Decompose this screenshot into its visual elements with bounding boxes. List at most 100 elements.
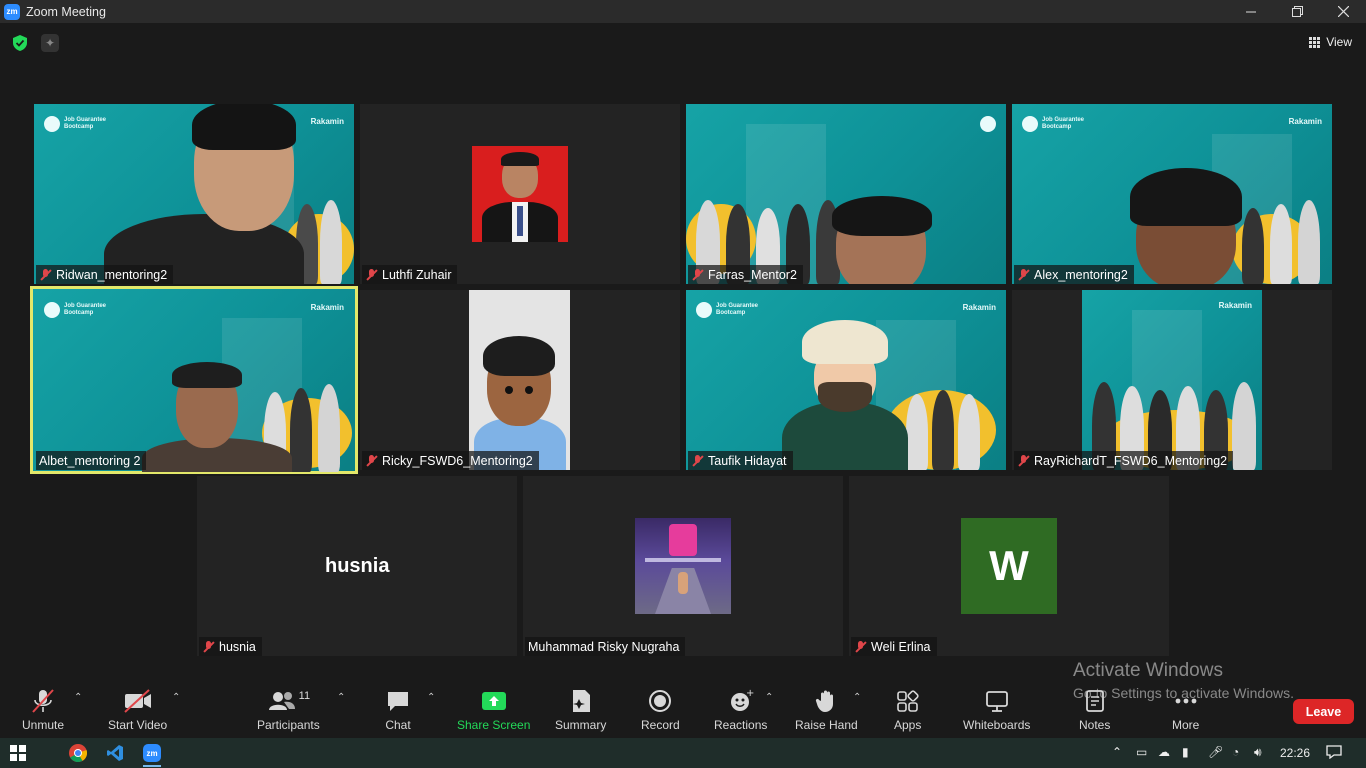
meet-now-icon[interactable]: ▭ bbox=[1136, 745, 1147, 759]
whiteboards-button[interactable]: Whiteboards bbox=[963, 688, 1030, 732]
window-title: Zoom Meeting bbox=[26, 4, 106, 19]
reactions-label: Reactions bbox=[714, 718, 768, 732]
participant-name-tag: Weli Erlina bbox=[851, 637, 937, 656]
participant-name-tag: RayRichardT_FSWD6_Mentoring2 bbox=[1014, 451, 1234, 470]
summary-label: Summary bbox=[555, 718, 607, 732]
initial-avatar: W bbox=[961, 518, 1057, 614]
taskbar-zoom[interactable]: zm bbox=[134, 738, 170, 768]
security-shield-icon[interactable] bbox=[11, 34, 29, 52]
restore-button[interactable] bbox=[1274, 0, 1320, 23]
apps-label: Apps bbox=[894, 718, 922, 732]
chat-chevron-icon[interactable]: ⌃ bbox=[427, 692, 435, 703]
whiteboards-label: Whiteboards bbox=[963, 718, 1031, 732]
video-tile-active-speaker[interactable]: Job Guarantee Bootcamp Rakamin Albet_men… bbox=[30, 286, 358, 474]
share-screen-label: Share Screen bbox=[457, 718, 531, 732]
video-tile[interactable]: husnia husnia bbox=[197, 476, 517, 656]
minimize-button[interactable] bbox=[1228, 0, 1274, 23]
video-options-chevron-icon[interactable]: ⌃ bbox=[172, 692, 180, 703]
reactions-chevron-icon[interactable]: ⌃ bbox=[765, 692, 773, 703]
clock[interactable]: 22:26 bbox=[1280, 746, 1310, 760]
video-tile[interactable]: Farras_Mentor2 bbox=[686, 104, 1006, 284]
notifications-icon[interactable] bbox=[1326, 745, 1342, 762]
video-tile[interactable]: Luthfi Zuhair bbox=[360, 104, 680, 284]
chat-icon bbox=[388, 692, 408, 711]
leave-button[interactable]: Leave bbox=[1293, 699, 1354, 724]
muted-mic-icon bbox=[854, 640, 867, 653]
view-label: View bbox=[1326, 35, 1352, 49]
participant-name-tag: Luthfi Zuhair bbox=[362, 265, 458, 284]
onedrive-icon[interactable]: ☁ bbox=[1158, 745, 1170, 759]
muted-mic-icon bbox=[39, 268, 52, 281]
muted-mic-icon bbox=[1017, 454, 1030, 467]
ai-companion-icon[interactable]: ✦ bbox=[41, 34, 59, 52]
summary-button[interactable]: Summary bbox=[555, 688, 606, 732]
wifi-icon[interactable]: ◔ bbox=[1232, 745, 1239, 759]
window-controls bbox=[1228, 0, 1366, 23]
volume-icon[interactable]: 🔊︎ bbox=[1254, 745, 1262, 760]
start-video-button[interactable]: Start Video bbox=[108, 688, 167, 732]
taskbar-chrome[interactable] bbox=[60, 738, 96, 768]
background-title: Job Guarantee Bootcamp bbox=[1042, 117, 1085, 130]
apps-button[interactable]: Apps bbox=[894, 688, 921, 732]
raise-hand-button[interactable]: Raise Hand bbox=[795, 688, 858, 732]
record-button[interactable]: Record bbox=[641, 688, 680, 732]
profile-photo bbox=[472, 146, 568, 242]
participant-name-tag: Ricky_FSWD6_Mentoring2 bbox=[362, 451, 539, 470]
background-brand: Rakamin bbox=[310, 117, 344, 126]
background-brand: Rakamin bbox=[962, 303, 996, 312]
microphone-icon[interactable]: 🎤︎ bbox=[1208, 745, 1223, 759]
participant-name-tag: Farras_Mentor2 bbox=[688, 265, 803, 284]
close-icon bbox=[1337, 6, 1349, 17]
participant-name-tag: Muhammad Risky Nugraha bbox=[525, 637, 686, 656]
background-brand: Rakamin bbox=[1218, 301, 1252, 310]
record-icon bbox=[649, 690, 672, 712]
audio-options-chevron-icon[interactable]: ⌃ bbox=[74, 692, 82, 703]
share-screen-button[interactable]: Share Screen bbox=[457, 688, 530, 732]
background-title: Job Guarantee Bootcamp bbox=[64, 303, 107, 316]
close-button[interactable] bbox=[1320, 0, 1366, 23]
whiteboard-icon bbox=[985, 691, 1008, 712]
reactions-button[interactable]: + Reactions bbox=[714, 688, 767, 732]
svg-text:+: + bbox=[746, 688, 754, 699]
raise-hand-icon bbox=[816, 690, 834, 712]
battery-icon[interactable]: ▮ bbox=[1182, 745, 1189, 759]
grid-view-icon bbox=[1309, 36, 1321, 48]
participants-icon bbox=[268, 692, 295, 710]
restore-icon bbox=[1291, 6, 1303, 17]
participant-name: Alex_mentoring2 bbox=[1034, 267, 1128, 282]
record-label: Record bbox=[641, 718, 680, 732]
raise-hand-chevron-icon[interactable]: ⌃ bbox=[853, 692, 861, 703]
start-button[interactable] bbox=[0, 738, 36, 768]
taskbar-vscode[interactable] bbox=[97, 738, 133, 768]
summary-icon bbox=[572, 690, 590, 712]
video-tile[interactable]: Job Guarantee Bootcamp Rakamin Taufik Hi… bbox=[686, 290, 1006, 470]
muted-mic-icon bbox=[365, 454, 378, 467]
muted-mic-icon bbox=[691, 454, 704, 467]
apps-icon bbox=[896, 690, 919, 712]
video-tile[interactable]: Rakamin RayRichardT_FSWD6_Mentoring2 bbox=[1012, 290, 1332, 470]
start-video-label: Start Video bbox=[108, 718, 168, 732]
muted-mic-icon bbox=[202, 640, 215, 653]
mic-muted-icon bbox=[32, 689, 54, 713]
bootcamp-logo-icon bbox=[1022, 116, 1038, 132]
participants-button[interactable]: 11 Participants bbox=[257, 688, 320, 732]
bootcamp-logo-icon bbox=[980, 116, 996, 132]
video-tile[interactable]: Job Guarantee Bootcamp Rakamin Ridwan_me… bbox=[34, 104, 354, 284]
video-tile[interactable]: Job Guarantee Bootcamp Rakamin Alex_ment… bbox=[1012, 104, 1332, 284]
participant-name-tag: Ridwan_mentoring2 bbox=[36, 265, 174, 284]
share-screen-icon bbox=[481, 692, 506, 710]
video-tile[interactable]: W Weli Erlina bbox=[849, 476, 1169, 656]
participants-chevron-icon[interactable]: ⌃ bbox=[337, 692, 345, 703]
tray-chevron-icon[interactable]: ⌃ bbox=[1112, 745, 1122, 759]
view-button[interactable]: View bbox=[1309, 35, 1352, 49]
background-title: Job Guarantee Bootcamp bbox=[64, 117, 107, 130]
minimize-icon bbox=[1246, 11, 1256, 12]
unmute-label: Unmute bbox=[22, 718, 65, 732]
video-tile[interactable]: Ricky_FSWD6_Mentoring2 bbox=[360, 290, 680, 470]
chat-button[interactable]: Chat bbox=[385, 688, 411, 732]
unmute-button[interactable]: Unmute bbox=[22, 688, 64, 732]
participants-count: 11 bbox=[298, 690, 311, 702]
bootcamp-logo-icon bbox=[696, 302, 712, 318]
activate-windows-title: Activate Windows bbox=[1073, 660, 1223, 681]
video-tile[interactable]: Muhammad Risky Nugraha bbox=[523, 476, 843, 656]
